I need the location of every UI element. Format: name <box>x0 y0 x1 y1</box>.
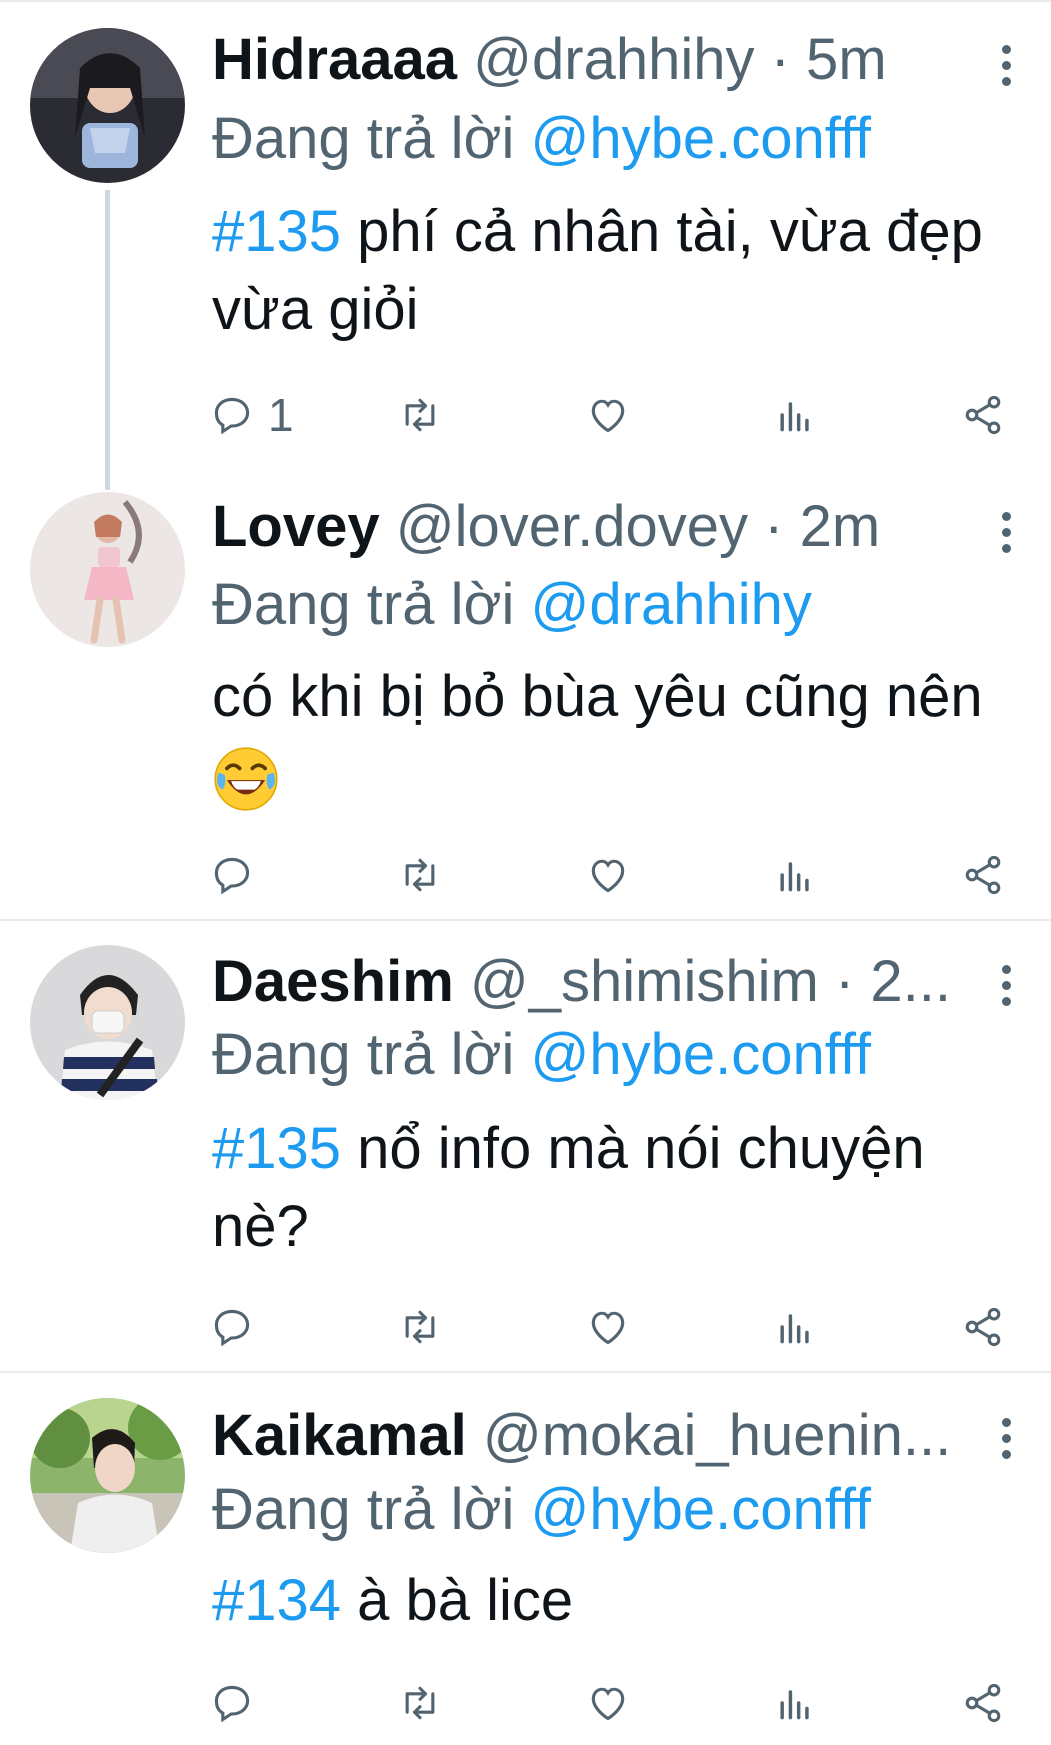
mention-link[interactable]: @drahhihy <box>531 572 812 637</box>
tweet-header: Lovey @lover.dovey · 2m <box>212 492 971 562</box>
retweet-icon <box>405 1310 435 1344</box>
share-button[interactable] <box>961 845 1005 905</box>
like-icon <box>591 1687 625 1721</box>
like-button[interactable] <box>586 845 630 905</box>
reply-to-line: Đang trả lời @hybe.confff <box>212 104 1021 174</box>
hashtag-link[interactable]: #134 <box>212 1568 341 1633</box>
action-bar: 1 <box>0 385 1051 445</box>
retweet-button[interactable] <box>398 1673 442 1733</box>
like-icon <box>591 859 625 893</box>
tweet-header: Kaikamal @mokai_huenin... <box>212 1401 971 1471</box>
hashtag-link[interactable]: #135 <box>212 1116 341 1181</box>
reply-icon <box>214 1685 250 1723</box>
laughing-emoji-icon <box>214 747 278 811</box>
more-options-icon[interactable] <box>991 950 1021 1020</box>
reply-button[interactable] <box>210 845 254 905</box>
reply-icon <box>214 857 250 895</box>
share-icon <box>965 395 1001 435</box>
share-icon <box>965 1683 1001 1723</box>
share-button[interactable] <box>961 1297 1005 1357</box>
retweet-icon <box>405 858 435 892</box>
display-name[interactable]: Daeshim <box>212 949 454 1014</box>
mention-link[interactable]: @hybe.confff <box>531 106 872 171</box>
action-bar <box>0 1297 1051 1357</box>
action-bar <box>0 845 1051 905</box>
thread-line <box>105 190 110 490</box>
views-button[interactable] <box>773 1297 817 1357</box>
tweet-text: có khi bị bỏ bùa yêu cũng nên <box>212 658 1033 814</box>
share-icon <box>965 1307 1001 1347</box>
handle-and-time[interactable]: @_shimishim · 2... <box>470 949 951 1014</box>
tweet-text-content: có khi bị bỏ bùa yêu cũng nên <box>212 664 983 729</box>
mention-link[interactable]: @hybe.confff <box>531 1022 872 1087</box>
display-name[interactable]: Hidraaaa <box>212 27 457 92</box>
tweet-text: #134 à bà lice <box>212 1562 1033 1640</box>
views-icon <box>780 1314 809 1344</box>
top-divider <box>0 0 1051 2</box>
tweet-text: #135 nổ info mà nói chuyện nè? <box>212 1110 1033 1266</box>
avatar-photo-icon <box>30 945 185 1100</box>
reply-icon <box>214 1309 250 1347</box>
display-name[interactable]: Lovey <box>212 494 380 559</box>
handle-and-time[interactable]: @drahhihy · 5m <box>473 27 886 92</box>
more-options-icon[interactable] <box>991 30 1021 100</box>
tweet-text-content: à bà lice <box>341 1568 574 1633</box>
reply-feed: Hidraaaa @drahhihy · 5m Đang trả lời @hy… <box>0 0 1051 1745</box>
views-icon <box>780 402 809 432</box>
reply-prefix: Đang trả lời <box>212 572 515 637</box>
tweet-text: #135 phí cả nhân tài, vừa đẹp vừa giỏi <box>212 193 1033 349</box>
like-button[interactable] <box>586 1297 630 1357</box>
like-icon <box>591 1311 625 1345</box>
retweet-button[interactable] <box>398 1297 442 1357</box>
handle-and-time[interactable]: @mokai_huenin... <box>483 1403 951 1468</box>
display-name[interactable]: Kaikamal <box>212 1403 467 1468</box>
reply-prefix: Đang trả lời <box>212 1477 515 1542</box>
avatar[interactable] <box>30 492 185 647</box>
views-button[interactable] <box>773 385 817 445</box>
reply-icon <box>214 397 250 435</box>
reply-prefix: Đang trả lời <box>212 106 515 171</box>
retweet-button[interactable] <box>398 385 442 445</box>
views-icon <box>780 862 809 892</box>
share-button[interactable] <box>961 1673 1005 1733</box>
tweet-header: Hidraaaa @drahhihy · 5m <box>212 25 971 95</box>
reply-button[interactable]: 1 <box>210 385 294 445</box>
like-button[interactable] <box>586 385 630 445</box>
tweet-divider <box>0 1371 1051 1373</box>
like-icon <box>591 399 625 433</box>
like-button[interactable] <box>586 1673 630 1733</box>
reply-to-line: Đang trả lời @hybe.confff <box>212 1020 1021 1090</box>
retweet-button[interactable] <box>398 845 442 905</box>
views-icon <box>780 1690 809 1720</box>
hashtag-link[interactable]: #135 <box>212 199 341 264</box>
avatar-photo-icon <box>30 492 185 647</box>
retweet-icon <box>405 398 435 432</box>
avatar[interactable] <box>30 945 185 1100</box>
more-options-icon[interactable] <box>991 1403 1021 1473</box>
action-bar <box>0 1673 1051 1733</box>
reply-button[interactable] <box>210 1673 254 1733</box>
tweet-header: Daeshim @_shimishim · 2... <box>212 947 971 1017</box>
more-options-icon[interactable] <box>991 497 1021 567</box>
avatar-photo-icon <box>30 1398 185 1553</box>
reply-to-line: Đang trả lời @drahhihy <box>212 570 1021 640</box>
handle-and-time[interactable]: @lover.dovey · 2m <box>396 494 880 559</box>
tweet-divider <box>0 919 1051 921</box>
retweet-icon <box>405 1686 435 1720</box>
avatar[interactable] <box>30 1398 185 1553</box>
share-icon <box>965 855 1001 895</box>
reply-count: 1 <box>268 389 294 441</box>
views-button[interactable] <box>773 1673 817 1733</box>
share-button[interactable] <box>961 385 1005 445</box>
views-button[interactable] <box>773 845 817 905</box>
reply-prefix: Đang trả lời <box>212 1022 515 1087</box>
reply-to-line: Đang trả lời @hybe.confff <box>212 1475 1021 1545</box>
mention-link[interactable]: @hybe.confff <box>531 1477 872 1542</box>
avatar-photo-icon <box>30 28 185 183</box>
avatar[interactable] <box>30 28 185 183</box>
reply-button[interactable] <box>210 1297 254 1357</box>
